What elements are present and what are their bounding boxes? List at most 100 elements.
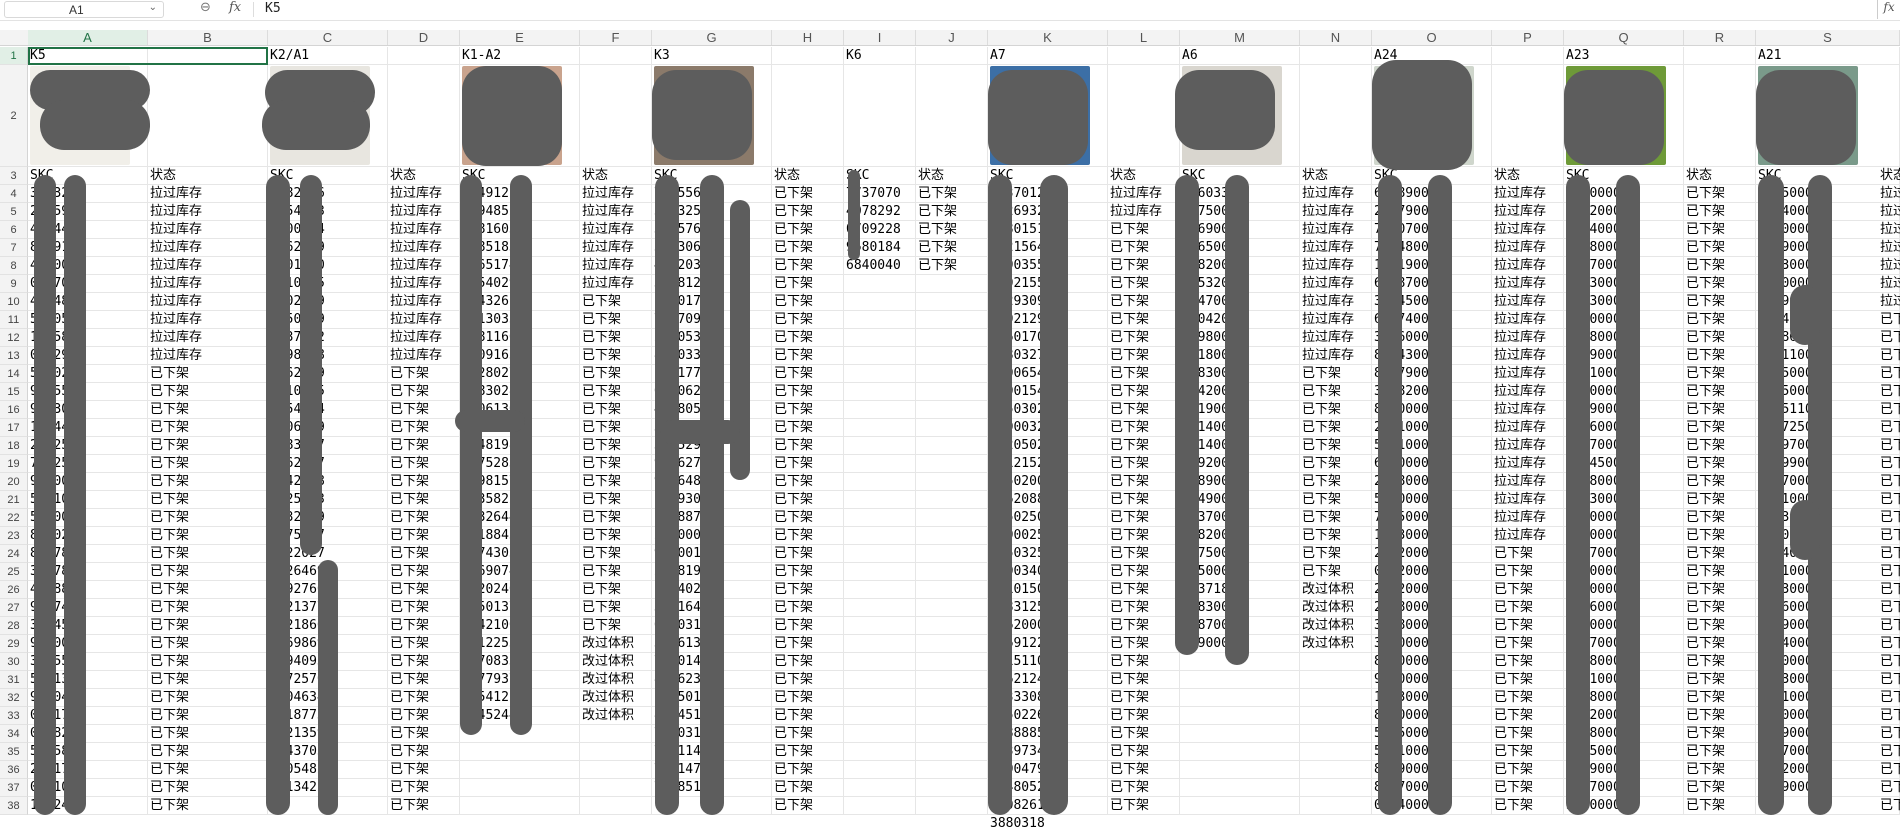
status-value[interactable]: 已下架 [774,635,843,653]
status-header[interactable]: 状态 [150,167,267,185]
status-value[interactable]: 已下架 [1110,221,1179,239]
status-value[interactable]: 已下架 [1880,527,1900,544]
status-value[interactable]: 已下架 [390,707,459,725]
status-value[interactable]: 已下架 [390,725,459,743]
function-icon[interactable]: fx [229,0,241,15]
store-label-k[interactable]: A7 [990,47,1107,65]
status-value[interactable]: 已下架 [1494,707,1563,725]
status-value[interactable]: 已下架 [390,473,459,491]
status-value[interactable]: 已下架 [1494,761,1563,779]
status-value[interactable]: 已下架 [1880,473,1900,490]
status-value[interactable]: 已下架 [774,455,843,473]
formula-input[interactable]: K5 [265,1,281,16]
status-value[interactable]: 已下架 [390,635,459,653]
row-header-4[interactable]: 4 [0,185,28,203]
status-value[interactable]: 已下架 [774,365,843,383]
status-value[interactable]: 已下架 [1686,527,1755,545]
status-value[interactable]: 已下架 [390,401,459,419]
column-header-j[interactable]: J [916,30,988,45]
status-value[interactable]: 已下架 [390,491,459,509]
status-value[interactable]: 已下架 [1110,365,1179,383]
row-header-9[interactable]: 9 [0,275,28,293]
status-value[interactable]: 已下架 [1494,779,1563,797]
status-value[interactable]: 已下架 [150,419,267,437]
column-header-q[interactable]: Q [1564,30,1684,45]
status-value[interactable]: 拉过库存 [582,221,651,239]
status-value[interactable]: 已下架 [150,473,267,491]
status-value[interactable]: 已下架 [774,563,843,581]
status-value[interactable]: 已下架 [150,437,267,455]
status-value[interactable]: 已下架 [1686,437,1755,455]
status-value[interactable]: 已下架 [1880,509,1900,526]
status-value[interactable]: 拉过库存 [1494,365,1563,383]
status-value[interactable]: 已下架 [1880,707,1900,724]
status-value[interactable]: 改过体积 [582,689,651,707]
status-value[interactable]: 已下架 [774,509,843,527]
status-value[interactable]: 已下架 [774,293,843,311]
status-value[interactable]: 拉过库存 [582,185,651,203]
status-value[interactable]: 已下架 [774,347,843,365]
status-value[interactable]: 已下架 [1686,509,1755,527]
status-value[interactable]: 已下架 [774,599,843,617]
status-value[interactable]: 已下架 [1110,761,1179,779]
row-header-24[interactable]: 24 [0,545,28,563]
status-value[interactable]: 拉过库存 [582,257,651,275]
column-header-i[interactable]: I [844,30,916,45]
status-value[interactable]: 已下架 [1110,563,1179,581]
status-value[interactable]: 拉过库存 [582,239,651,257]
status-value[interactable]: 已下架 [1302,455,1371,473]
status-value[interactable]: 已下架 [1880,437,1900,454]
status-value[interactable]: 已下架 [150,779,267,797]
status-value[interactable]: 已下架 [1880,329,1900,346]
row-header-18[interactable]: 18 [0,437,28,455]
row-header-15[interactable]: 15 [0,383,28,401]
status-value[interactable]: 拉过库存 [1494,347,1563,365]
status-value[interactable]: 已下架 [390,617,459,635]
status-value[interactable]: 改过体积 [1302,635,1371,653]
status-value[interactable]: 已下架 [150,581,267,599]
column-header-n[interactable]: N [1300,30,1372,45]
status-value[interactable]: 已下架 [390,419,459,437]
status-value[interactable]: 已下架 [1494,545,1563,563]
status-value[interactable]: 已下架 [1880,455,1900,472]
row-header-17[interactable]: 17 [0,419,28,437]
status-value[interactable]: 已下架 [582,599,651,617]
row-header-22[interactable]: 22 [0,509,28,527]
store-label-e[interactable]: K1-A2 [462,47,579,65]
row-header-33[interactable]: 33 [0,707,28,725]
status-header[interactable]: 状态 [1110,167,1179,185]
status-value[interactable]: 已下架 [1880,545,1900,562]
status-value[interactable]: 已下架 [150,797,267,815]
status-value[interactable]: 拉过库存 [150,347,267,365]
status-value[interactable]: 已下架 [1302,437,1371,455]
status-value[interactable]: 已下架 [918,203,987,221]
status-value[interactable]: 已下架 [1110,275,1179,293]
status-value[interactable]: 拉过库存 [1494,293,1563,311]
status-value[interactable]: 拉过库存 [1494,203,1563,221]
status-value[interactable]: 已下架 [918,185,987,203]
status-value[interactable]: 拉过库存 [1494,239,1563,257]
status-value[interactable]: 已下架 [1494,797,1563,815]
status-value[interactable]: 已下架 [1686,239,1755,257]
status-value[interactable]: 已下架 [774,761,843,779]
status-value[interactable]: 已下架 [774,257,843,275]
status-value[interactable]: 已下架 [1880,383,1900,400]
row-header-3[interactable]: 3 [0,167,28,185]
status-value[interactable]: 已下架 [150,635,267,653]
status-value[interactable]: 拉过库存 [1110,185,1179,203]
status-value[interactable]: 已下架 [1110,509,1179,527]
status-value[interactable]: 已下架 [774,743,843,761]
status-value[interactable]: 拉过库存 [390,275,459,293]
status-value[interactable]: 已下架 [1686,383,1755,401]
status-value[interactable]: 拉过库存 [1494,383,1563,401]
status-value[interactable]: 已下架 [1686,365,1755,383]
row-header-38[interactable]: 38 [0,797,28,815]
column-header-c[interactable]: C [268,30,388,45]
status-value[interactable]: 拉过库存 [150,293,267,311]
status-value[interactable]: 拉过库存 [582,275,651,293]
status-value[interactable]: 已下架 [582,509,651,527]
status-value[interactable]: 已下架 [774,545,843,563]
status-value[interactable]: 已下架 [390,581,459,599]
status-value[interactable]: 拉过库存 [1302,293,1371,311]
column-header-b[interactable]: B [148,30,268,45]
